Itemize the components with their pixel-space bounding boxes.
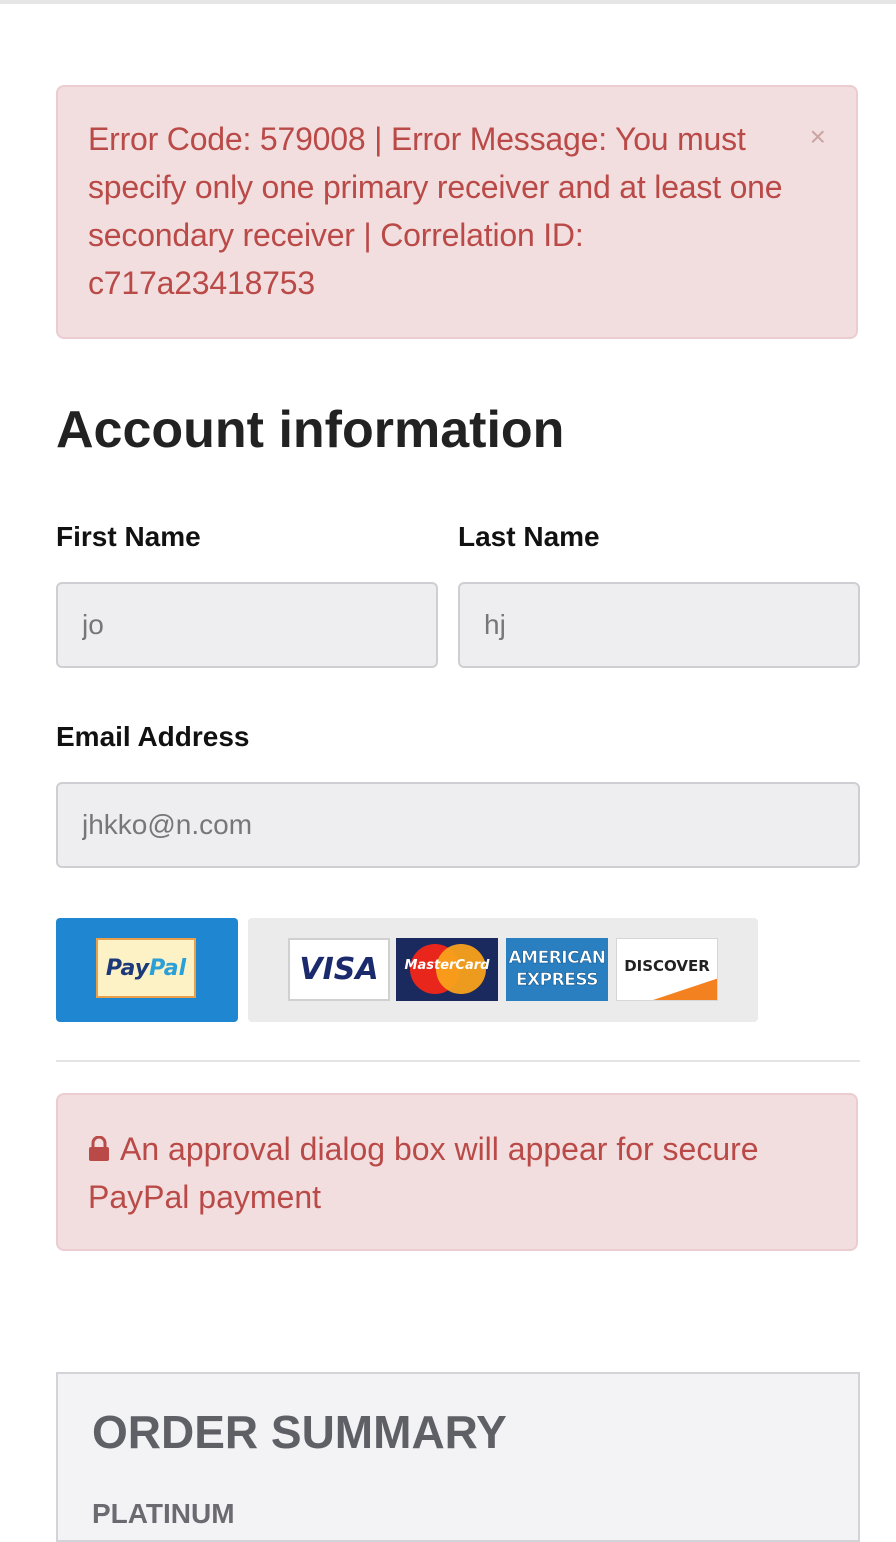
lock-icon (89, 1136, 109, 1161)
last-name-input[interactable] (458, 582, 860, 668)
discover-swoosh (647, 978, 717, 1000)
approval-notice: An approval dialog box will appear for s… (56, 1093, 858, 1251)
visa-logo: VISA (288, 938, 390, 1001)
paypal-logo: Pay Pal (96, 938, 196, 998)
mastercard-logo-text: MasterCard (404, 958, 490, 973)
email-label: Email Address (56, 721, 250, 752)
divider (56, 1060, 860, 1062)
discover-logo: DISCOVER (616, 938, 718, 1001)
first-name-label: First Name (56, 521, 201, 552)
paypal-logo-pay: Pay (105, 955, 150, 981)
top-border (0, 0, 896, 4)
order-summary-item: PLATINUM (92, 1498, 235, 1529)
page-title: Account information (56, 401, 565, 459)
paypal-payment-button[interactable]: Pay Pal (56, 918, 238, 1022)
approval-notice-content: An approval dialog box will appear for s… (88, 1125, 828, 1221)
amex-logo-line2: EXPRESS (515, 970, 599, 991)
order-summary: ORDER SUMMARY PLATINUM (56, 1372, 860, 1542)
discover-logo-text: DISCOVER (624, 957, 710, 975)
credit-card-payment-button[interactable]: VISA MasterCard AMERICAN EXPRESS DISCOVE… (248, 918, 758, 1022)
first-name-input[interactable] (56, 582, 438, 668)
order-summary-title: ORDER SUMMARY (92, 1406, 507, 1458)
error-message: Error Code: 579008 | Error Message: You … (88, 121, 783, 301)
approval-notice-text: An approval dialog box will appear for s… (88, 1131, 759, 1215)
paypal-logo-pal: Pal (149, 955, 187, 981)
amex-logo-line1: AMERICAN (508, 948, 606, 969)
last-name-label: Last Name (458, 521, 600, 552)
amex-logo: AMERICAN EXPRESS (506, 938, 608, 1001)
mastercard-logo: MasterCard (396, 938, 498, 1001)
email-input[interactable] (56, 782, 860, 868)
visa-logo-text: VISA (299, 952, 379, 987)
error-alert: Error Code: 579008 | Error Message: You … (56, 85, 858, 339)
close-icon[interactable]: × (810, 123, 826, 151)
